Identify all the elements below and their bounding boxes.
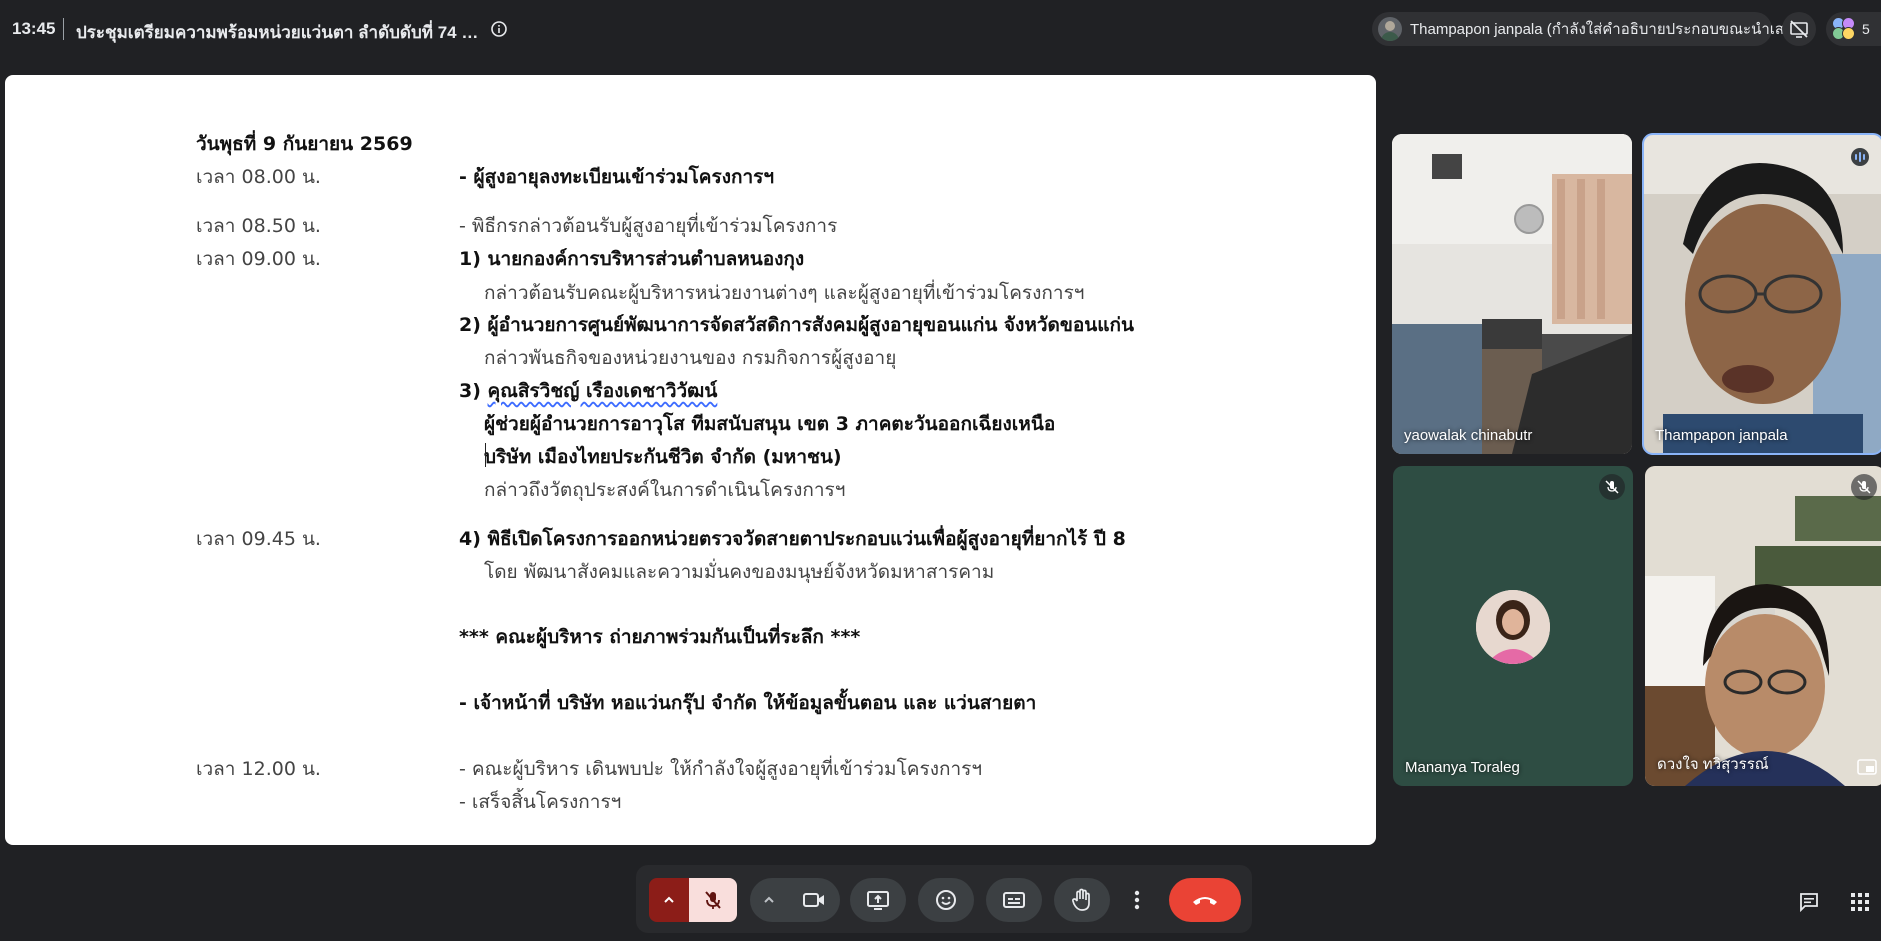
- agenda-line: - พิธีกรกล่าวต้อนรับผู้สูงอายุที่เข้าร่ว…: [459, 215, 838, 237]
- captions-button[interactable]: [986, 878, 1042, 922]
- people-button[interactable]: 5: [1826, 12, 1881, 46]
- text-cursor: [485, 443, 486, 467]
- raise-hand-button[interactable]: [1054, 878, 1110, 922]
- reactions-button[interactable]: [918, 878, 974, 922]
- agenda-line: - ผู้สูงอายุลงทะเบียนเข้าร่วมโครงการฯ: [459, 166, 775, 188]
- agenda-line: 2) ผู้อำนวยการศูนย์พัฒนาการจัดสวัสดิการส…: [459, 314, 1134, 336]
- presenter-chip[interactable]: Thampapon janpala (กำลังใส่คำอธิบายประกอ…: [1372, 12, 1808, 46]
- present-icon: [867, 891, 889, 910]
- chevron-up-icon[interactable]: [762, 893, 776, 907]
- info-icon[interactable]: [490, 20, 508, 38]
- chat-button[interactable]: [1792, 885, 1826, 919]
- clock: 13:45: [12, 19, 56, 38]
- participant-tile[interactable]: Mananya Toraleg: [1393, 466, 1633, 786]
- more-options-button[interactable]: [1122, 878, 1152, 922]
- divider: [63, 18, 64, 40]
- participant-name: yaowalak chinabutr: [1404, 427, 1533, 444]
- presentation-off-button[interactable]: [1782, 12, 1816, 46]
- agenda-line: กล่าวถึงวัตถุประสงค์ในการดำเนินโครงการฯ: [484, 479, 846, 501]
- time-label: เวลา 08.00 น.: [196, 166, 321, 188]
- agenda-line: บริษัท เมืองไทยประกันชีวิต จำกัด (มหาชน): [484, 446, 842, 468]
- pin-icon[interactable]: [1857, 758, 1877, 776]
- time-label: เวลา 08.50 น.: [196, 215, 321, 237]
- present-screen-button[interactable]: [850, 878, 906, 922]
- call-end-icon: [1193, 897, 1217, 905]
- participant-tile[interactable]: yaowalak chinabutr: [1392, 134, 1632, 454]
- camera-group[interactable]: [750, 878, 840, 922]
- agenda-line: - เสร็จสิ้นโครงการฯ: [459, 791, 622, 813]
- shared-screen-document: วันพุธที่ 9 กันยายน 2569 เวลา 08.00 น. -…: [5, 75, 1376, 845]
- agenda-line: 1) นายกองค์การบริหารส่วนตำบลหนองกุง: [459, 248, 805, 270]
- mic-off-icon: [705, 891, 721, 909]
- date-heading: วันพุธที่ 9 กันยายน 2569: [196, 133, 413, 155]
- video-frame: [1645, 466, 1881, 786]
- call-controls: [636, 865, 1252, 933]
- more-vert-icon: [1134, 890, 1140, 910]
- avatar: [1378, 17, 1402, 41]
- chat-icon: [1800, 893, 1818, 913]
- agenda-line: กล่าวต้อนรับคณะผู้บริหารหน่วยงานต่างๆ แล…: [484, 282, 1085, 304]
- participant-count: 5: [1862, 21, 1870, 37]
- participant-name: ดวงใจ ทวิสุวรรณ์: [1657, 756, 1769, 773]
- captions-icon: [1003, 892, 1025, 908]
- presentation-off-icon: [1790, 20, 1808, 38]
- agenda-line: 3) คุณสิรวิชญ์ เรืองเดชาวิวัฒน์: [459, 380, 718, 402]
- participant-name: Mananya Toraleg: [1405, 759, 1520, 776]
- mic-off-icon: [1851, 474, 1877, 500]
- agenda-line: - คณะผู้บริหาร เดินพบปะ ให้กำลังใจผู้สูง…: [459, 758, 983, 780]
- time-label: เวลา 09.00 น.: [196, 248, 321, 270]
- time-label: เวลา 12.00 น.: [196, 758, 321, 780]
- activities-button[interactable]: [1843, 885, 1877, 919]
- emoji-icon: [936, 890, 956, 910]
- meeting-title: ประชุมเตรียมความพร้อมหน่วยแว่นตา ลำดับดั…: [76, 23, 481, 42]
- participant-tile[interactable]: ดวงใจ ทวิสุวรรณ์: [1645, 466, 1881, 786]
- chevron-up-icon: [664, 896, 674, 903]
- agenda-line: *** คณะผู้บริหาร ถ่ายภาพร่วมกันเป็นที่ระ…: [459, 626, 861, 648]
- agenda-line: - เจ้าหน้าที่ บริษัท หอแว่นกรุ๊ป จำกัด ใ…: [459, 692, 1037, 714]
- people-icon: [1832, 17, 1856, 41]
- avatar: [1476, 590, 1550, 664]
- camera-icon[interactable]: [794, 889, 834, 911]
- agenda-line: กล่าวพันธกิจของหน่วยงานของ กรมกิจการผู้ส…: [484, 347, 897, 369]
- participant-tile-active-speaker[interactable]: Thampapon janpala: [1642, 133, 1881, 455]
- apps-grid-icon: [1851, 893, 1869, 911]
- agenda-line: ผู้ช่วยผู้อำนวยการอาวุโส ทีมสนับสนุน เขต…: [484, 413, 1056, 435]
- video-frame: [1643, 134, 1881, 454]
- time-label: เวลา 09.45 น.: [196, 528, 321, 550]
- speaking-icon: [1847, 144, 1873, 170]
- video-frame: [1392, 134, 1632, 454]
- audio-options-button[interactable]: [649, 878, 689, 922]
- agenda-line: 4) พิธีเปิดโครงการออกหน่วยตรวจวัดสายตาปร…: [459, 528, 1126, 550]
- leave-call-button[interactable]: [1169, 878, 1241, 922]
- hand-icon: [1072, 888, 1090, 911]
- microphone-button[interactable]: [689, 878, 737, 922]
- participant-name: Thampapon janpala: [1655, 427, 1788, 444]
- mic-off-icon: [1599, 474, 1625, 500]
- agenda-line: โดย พัฒนาสังคมและความมั่นคงของมนุษย์จังห…: [484, 561, 995, 583]
- presenter-chip-label: Thampapon janpala (กำลังใส่คำอธิบายประกอ…: [1410, 21, 1809, 38]
- top-bar: 13:45 ประชุมเตรียมความพร้อมหน่วยแว่นตา ล…: [0, 0, 1881, 58]
